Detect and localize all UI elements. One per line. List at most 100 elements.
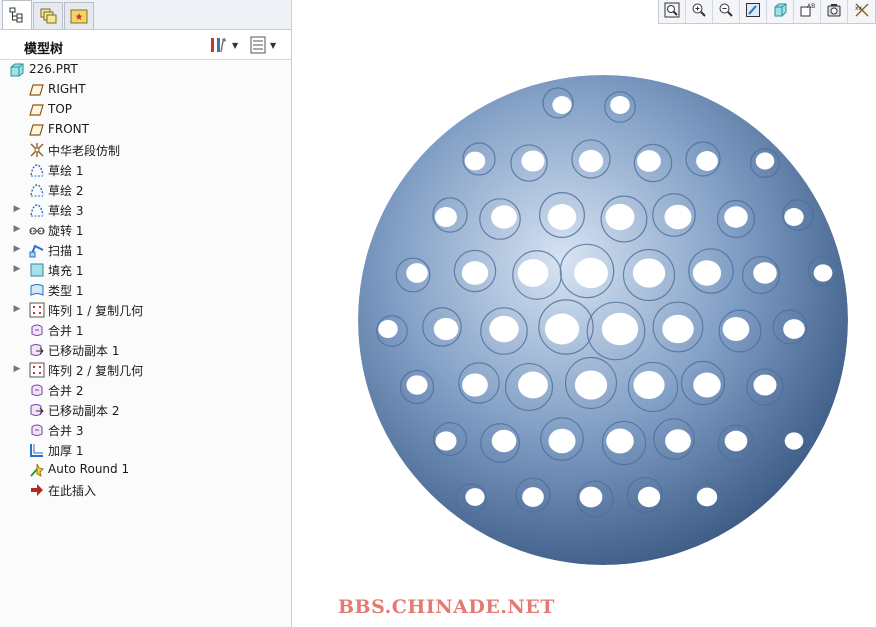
tree-item[interactable]: 合并 3: [0, 420, 291, 440]
spin-center-button[interactable]: [821, 0, 848, 23]
tree-item-label: 合并 2: [48, 384, 84, 398]
moved-copy-icon: [29, 402, 45, 418]
tree-settings-button[interactable]: ▼: [208, 35, 238, 55]
insert-here-arrow-icon: [29, 482, 45, 498]
expand-arrow-icon[interactable]: ▶: [12, 364, 22, 374]
sweep-icon: [29, 242, 45, 258]
layers-tab-icon[interactable]: [33, 2, 63, 29]
fill-icon: [29, 262, 45, 278]
datum-plane-icon: [29, 82, 45, 98]
datum-display-button[interactable]: xx: [848, 0, 875, 23]
tree-item-label: 合并 3: [48, 424, 84, 438]
tree-item-label: RIGHT: [48, 82, 86, 96]
svg-text:xx: xx: [855, 5, 863, 12]
datum-display-icon: xx: [854, 2, 870, 22]
tree-columns-icon: [250, 36, 266, 54]
csys-icon: [29, 142, 45, 158]
tree-item-label: 已移动副本 1: [48, 344, 120, 358]
model-tree-title: 模型树: [24, 42, 64, 57]
zoom-out-icon: [718, 2, 734, 22]
boundary-icon: [29, 282, 45, 298]
tree-item-label: 草绘 2: [48, 184, 84, 198]
folder-browser-tab-icon[interactable]: [64, 2, 94, 29]
merge-icon: [29, 322, 45, 338]
zoom-in-button[interactable]: [686, 0, 713, 23]
pro-engineer-window: 模型树 ▼ ▼ 226.PRT RIGHT TOP FRONT 中华老段仿制 草绘 1 草…: [0, 0, 876, 627]
sketch-icon: [29, 202, 45, 218]
tree-item-label: 合并 1: [48, 324, 84, 338]
repaint-button[interactable]: [740, 0, 767, 23]
tree-item[interactable]: 合并 1: [0, 320, 291, 340]
pattern-icon: [29, 362, 45, 378]
merge-icon: [29, 422, 45, 438]
tree-item[interactable]: ▶ 扫描 1: [0, 240, 291, 260]
repaint-icon: [745, 2, 761, 22]
tree-item[interactable]: ▶ 草绘 3: [0, 200, 291, 220]
zoom-out-button[interactable]: [713, 0, 740, 23]
saved-view-button[interactable]: [767, 0, 794, 23]
view-toolbar: AB xx: [658, 0, 876, 24]
expand-arrow-icon[interactable]: ▶: [12, 224, 22, 234]
expand-arrow-icon[interactable]: ▶: [12, 204, 22, 214]
tree-item[interactable]: 类型 1: [0, 280, 291, 300]
tree-item-label: TOP: [48, 102, 73, 116]
model-tree-header: 模型树 ▼ ▼: [0, 30, 291, 60]
tree-item-label: 草绘 1: [48, 164, 84, 178]
navigator-tabs: [0, 0, 291, 30]
moved-copy-icon: [29, 342, 45, 358]
tree-item-label: Auto Round 1: [48, 462, 130, 476]
tree-item[interactable]: 中华老段仿制: [0, 140, 291, 160]
revolve-icon: [29, 222, 45, 238]
tree-item-label: 填充 1: [48, 264, 84, 278]
tree-item-label: 草绘 3: [48, 204, 84, 218]
tree-item[interactable]: ▶ 旋转 1: [0, 220, 291, 240]
tree-root-part[interactable]: 226.PRT: [0, 60, 291, 80]
model-tree-tab-icon[interactable]: [2, 0, 32, 29]
tree-item[interactable]: FRONT: [0, 120, 291, 140]
tree-item[interactable]: RIGHT: [0, 80, 291, 100]
tree-item-label: 阵列 2 / 复制几何: [48, 364, 144, 378]
refit-icon: [664, 2, 680, 22]
expand-arrow-icon[interactable]: ▶: [12, 304, 22, 314]
sphere-lattice-model[interactable]: [293, 24, 876, 627]
tree-item-label: 扫描 1: [48, 244, 84, 258]
tree-item-label: 阵列 1 / 复制几何: [48, 304, 144, 318]
expand-arrow-icon[interactable]: ▶: [12, 244, 22, 254]
svg-text:AB: AB: [807, 3, 815, 10]
refit-button[interactable]: [659, 0, 686, 23]
tree-item-label: 中华老段仿制: [48, 144, 121, 158]
tree-item-label: 旋转 1: [48, 224, 84, 238]
thicken-icon: [29, 442, 45, 458]
tree-item[interactable]: 加厚 1: [0, 440, 291, 460]
pattern-icon: [29, 302, 45, 318]
annotation-display-button[interactable]: AB: [794, 0, 821, 23]
tree-item[interactable]: 草绘 1: [0, 160, 291, 180]
tree-item[interactable]: 合并 2: [0, 380, 291, 400]
spin-center-icon: [826, 2, 842, 22]
tree-item[interactable]: ▶ 阵列 1 / 复制几何: [0, 300, 291, 320]
tree-item-label: 在此插入: [48, 484, 97, 498]
datum-plane-icon: [29, 102, 45, 118]
tree-item-label: 加厚 1: [48, 444, 84, 458]
tree-item[interactable]: 已移动副本 1: [0, 340, 291, 360]
tree-item-label: 类型 1: [48, 284, 84, 298]
sketch-icon: [29, 162, 45, 178]
tree-item[interactable]: ▶ 阵列 2 / 复制几何: [0, 360, 291, 380]
part-icon: [9, 62, 25, 78]
graphics-viewport[interactable]: [293, 24, 876, 627]
annotation-display-icon: AB: [799, 2, 815, 22]
expand-arrow-icon[interactable]: ▶: [12, 264, 22, 274]
tree-columns-button[interactable]: ▼: [250, 35, 276, 55]
chevron-down-icon: ▼: [232, 40, 239, 50]
tree-item[interactable]: TOP: [0, 100, 291, 120]
tree-item[interactable]: 草绘 2: [0, 180, 291, 200]
datum-plane-icon: [29, 122, 45, 138]
tree-item[interactable]: 在此插入: [0, 480, 291, 500]
saved-view-icon: [772, 2, 788, 22]
tree-item[interactable]: Auto Round 1: [0, 460, 291, 480]
tree-items: RIGHT TOP FRONT 中华老段仿制 草绘 1 草绘 2 ▶ 草绘 3 ▶ 旋转 1 ▶ 扫描…: [0, 80, 291, 500]
tree-item[interactable]: 已移动副本 2: [0, 400, 291, 420]
auto-round-icon: [29, 462, 45, 478]
watermark-text: BBS.CHINADE.NET: [338, 596, 555, 618]
tree-item[interactable]: ▶ 填充 1: [0, 260, 291, 280]
